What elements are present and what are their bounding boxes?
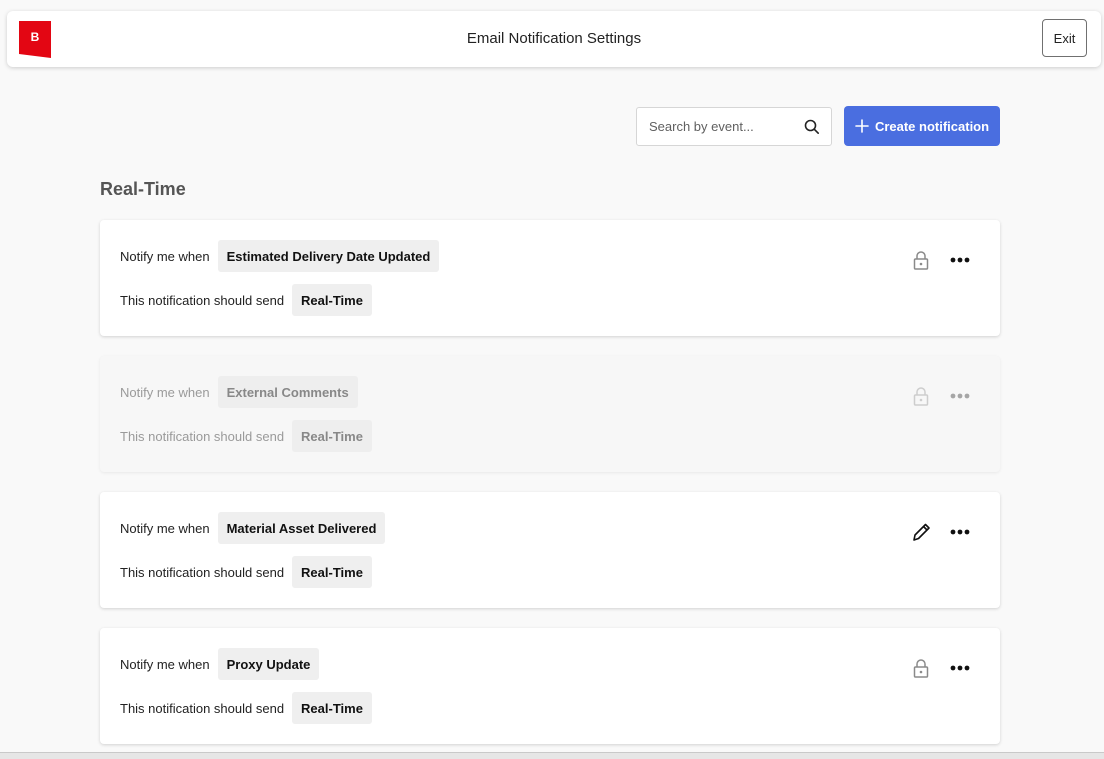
- create-notification-button[interactable]: Create notification: [844, 106, 1000, 146]
- section-title: Real-Time: [100, 179, 186, 199]
- search-icon[interactable]: [804, 119, 820, 135]
- search-box: [636, 107, 832, 146]
- lock-icon: [913, 387, 929, 406]
- send-label: This notification should send: [120, 292, 285, 308]
- lock-icon: [913, 659, 929, 678]
- notification-card: Notify me when External Comments This no…: [100, 356, 1000, 472]
- frequency-chip: Real-Time: [292, 420, 372, 452]
- pencil-icon[interactable]: [911, 521, 931, 543]
- more-horizontal-icon: [950, 529, 970, 535]
- search-input[interactable]: [649, 108, 799, 145]
- notify-label: Notify me when: [120, 248, 210, 264]
- create-notification-label: Create notification: [874, 118, 990, 134]
- more-horizontal-icon: [950, 393, 970, 399]
- more-options-button[interactable]: [946, 385, 974, 407]
- exit-button[interactable]: Exit: [1042, 19, 1087, 57]
- more-horizontal-icon: [950, 257, 970, 263]
- more-horizontal-icon: [950, 665, 970, 671]
- send-label: This notification should send: [120, 700, 285, 716]
- plus-icon: [855, 119, 869, 133]
- notify-label: Notify me when: [120, 520, 210, 536]
- frequency-chip: Real-Time: [292, 692, 372, 724]
- frequency-chip: Real-Time: [292, 284, 372, 316]
- more-options-button[interactable]: [946, 249, 974, 271]
- notification-card: Notify me when Material Asset Delivered …: [100, 492, 1000, 608]
- frequency-chip: Real-Time: [292, 556, 372, 588]
- send-label: This notification should send: [120, 564, 285, 580]
- event-chip: Material Asset Delivered: [217, 512, 386, 544]
- notify-label: Notify me when: [120, 384, 210, 400]
- more-options-button[interactable]: [946, 521, 974, 543]
- event-chip: Estimated Delivery Date Updated: [217, 240, 440, 272]
- more-options-button[interactable]: [946, 657, 974, 679]
- notification-card: Notify me when Proxy Update This notific…: [100, 628, 1000, 744]
- notify-label: Notify me when: [120, 656, 210, 672]
- lock-icon: [913, 251, 929, 270]
- page-title: Email Notification Settings: [466, 30, 642, 47]
- notification-card: Notify me when Estimated Delivery Date U…: [100, 220, 1000, 336]
- top-bar: B Email Notification Settings Exit: [7, 11, 1101, 67]
- event-chip: Proxy Update: [217, 648, 320, 680]
- event-chip: External Comments: [217, 376, 358, 408]
- send-label: This notification should send: [120, 428, 285, 444]
